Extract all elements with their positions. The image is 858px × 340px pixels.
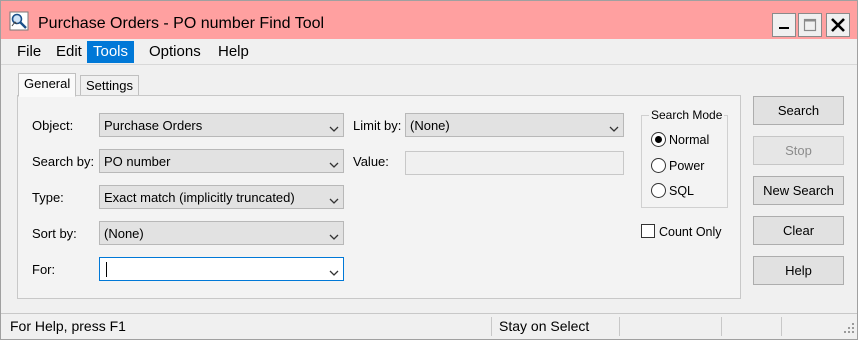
tab-general[interactable]: General — [18, 73, 77, 97]
search-button[interactable]: Search — [753, 96, 844, 125]
object-label: Object: — [32, 118, 74, 133]
status-separator — [721, 317, 722, 336]
search-by-value: PO number — [104, 154, 171, 169]
type-dropdown[interactable]: Exact match (implicitly truncated) — [99, 185, 344, 209]
sort-by-dropdown[interactable]: (None) — [99, 221, 344, 245]
value-label: Value: — [353, 154, 389, 169]
object-dropdown[interactable]: Purchase Orders — [99, 113, 344, 137]
chevron-down-icon — [329, 121, 339, 136]
help-button[interactable]: Help — [753, 256, 844, 285]
new-search-button[interactable]: New Search — [753, 176, 844, 205]
count-only-label: Count Only — [659, 225, 722, 239]
status-bar: For Help, press F1 Stay on Select — [1, 313, 857, 339]
limit-by-label: Limit by: — [353, 118, 402, 133]
menu-help[interactable]: Help — [212, 41, 255, 63]
chevron-down-icon — [329, 229, 339, 244]
resize-grip-icon[interactable] — [841, 320, 855, 337]
title-bar[interactable]: Purchase Orders - PO number Find Tool — [1, 1, 857, 39]
radio-normal-label: Normal — [669, 133, 710, 147]
limit-by-value: (None) — [410, 118, 450, 133]
for-combobox[interactable] — [99, 257, 344, 281]
chevron-down-icon — [329, 265, 339, 280]
radio-sql-label: SQL — [669, 184, 695, 198]
chevron-down-icon — [329, 157, 339, 172]
chevron-down-icon — [609, 121, 619, 136]
clear-button[interactable]: Clear — [753, 216, 844, 245]
search-by-label: Search by: — [32, 154, 95, 169]
stop-button[interactable]: Stop — [753, 136, 844, 165]
maximize-icon — [803, 18, 817, 32]
type-value: Exact match (implicitly truncated) — [104, 190, 295, 205]
sort-by-value: (None) — [104, 226, 144, 241]
chevron-down-icon — [329, 193, 339, 208]
close-button[interactable] — [826, 13, 850, 37]
find-tool-window: Purchase Orders - PO number Find Tool Fi… — [0, 0, 858, 340]
status-separator — [781, 317, 782, 336]
menu-options[interactable]: Options — [143, 41, 207, 63]
menu-edit[interactable]: Edit — [50, 41, 88, 63]
close-icon — [830, 17, 846, 33]
text-cursor — [106, 262, 107, 277]
minimize-button[interactable] — [772, 13, 796, 37]
tab-settings[interactable]: Settings — [80, 75, 139, 97]
menu-file[interactable]: File — [11, 41, 47, 63]
menu-bar: File Edit Tools Options Help — [1, 39, 857, 65]
search-mode-legend: Search Mode — [649, 107, 725, 123]
value-field[interactable] — [405, 151, 624, 175]
sort-by-label: Sort by: — [32, 226, 77, 241]
type-label: Type: — [32, 190, 64, 205]
menu-tools[interactable]: Tools — [87, 41, 135, 63]
status-separator — [491, 317, 492, 336]
for-label: For: — [32, 262, 56, 277]
search-by-dropdown[interactable]: PO number — [99, 149, 344, 173]
radio-selected-icon — [651, 132, 666, 147]
object-value: Purchase Orders — [104, 118, 203, 133]
window-title: Purchase Orders - PO number Find Tool — [38, 15, 325, 32]
status-separator — [619, 317, 620, 336]
checkbox-icon — [641, 224, 655, 238]
limit-by-dropdown[interactable]: (None) — [405, 113, 624, 137]
status-help-text: For Help, press F1 — [10, 318, 126, 334]
radio-empty-icon — [651, 183, 666, 198]
app-icon — [9, 11, 29, 31]
radio-empty-icon — [651, 158, 666, 173]
minimize-icon — [777, 18, 791, 32]
maximize-button[interactable] — [798, 13, 822, 37]
status-mode-text: Stay on Select — [499, 318, 590, 334]
radio-power-label: Power — [669, 159, 705, 173]
